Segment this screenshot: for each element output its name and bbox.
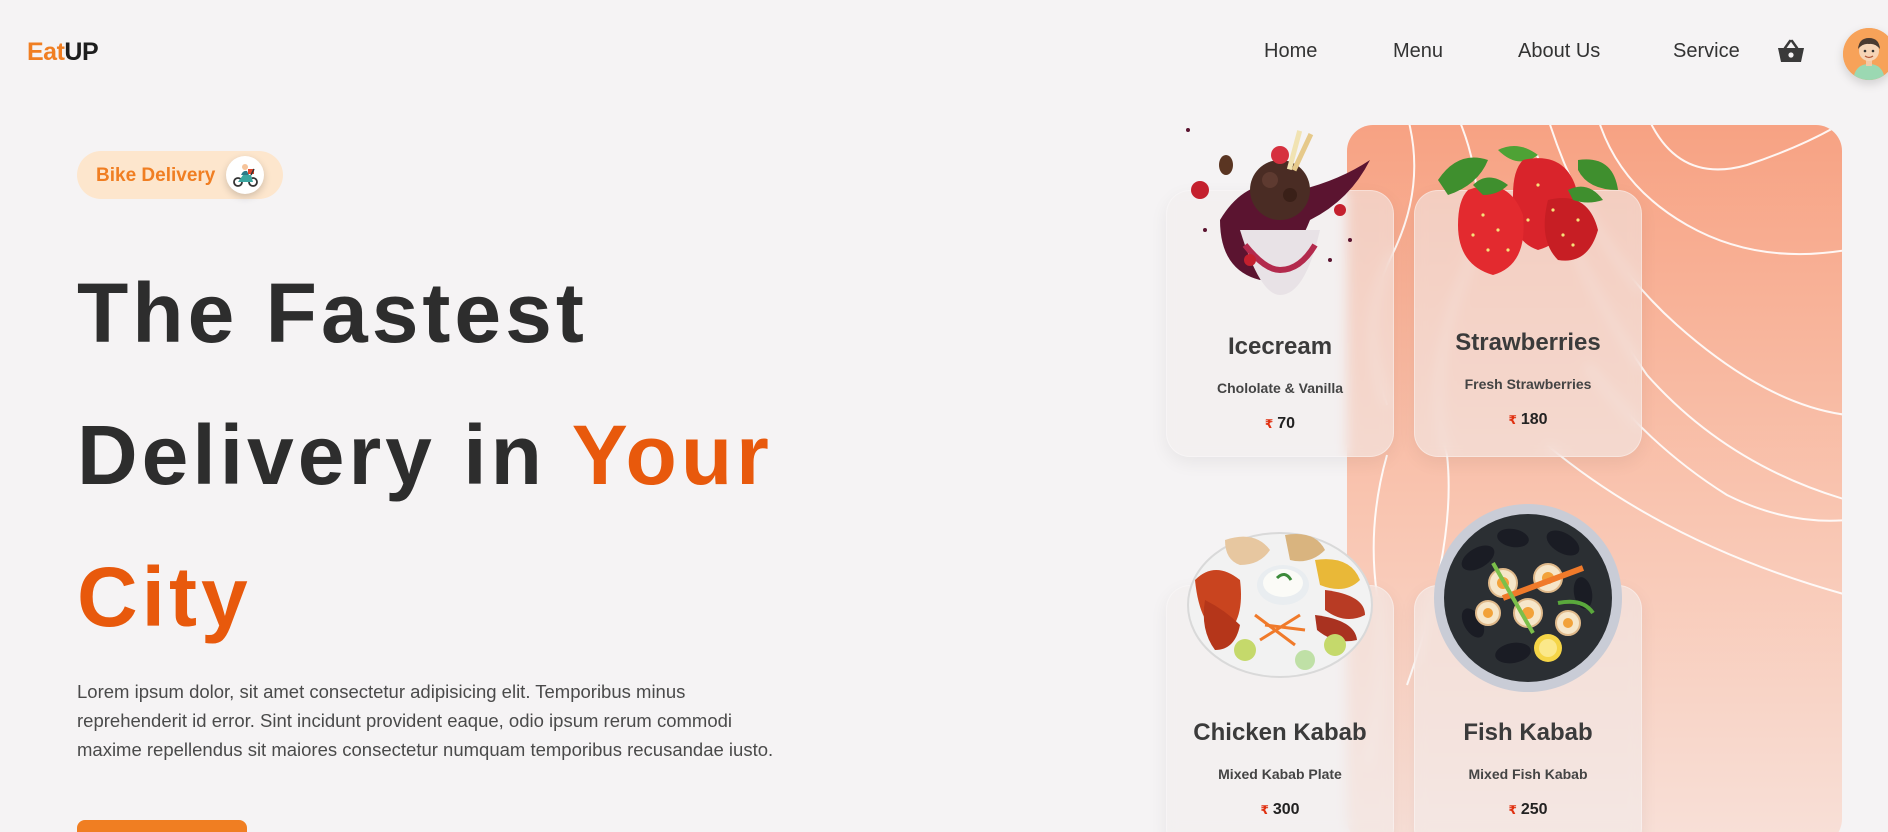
rupee-icon: ₹ (1508, 413, 1517, 427)
site-header: EatUP Home Menu About Us Service (0, 0, 1888, 104)
nav-service-link[interactable]: Service (1673, 40, 1740, 63)
headline-line-2: Delivery in Your (77, 384, 837, 526)
strawberries-image (1438, 146, 1618, 275)
menu-card-price-value: 300 (1272, 801, 1300, 818)
nav-home-link[interactable]: Home (1264, 40, 1317, 63)
menu-card-price-value: 180 (1520, 411, 1548, 428)
menu-card-price-value: 250 (1520, 801, 1548, 818)
rupee-icon: ₹ (1260, 803, 1269, 817)
menu-card-price: ₹300 (1167, 801, 1393, 819)
chicken-kabab-image (1187, 532, 1373, 678)
menu-card-name: Chicken Kabab (1193, 719, 1367, 746)
menu-card-price: ₹70 (1167, 415, 1393, 433)
menu-card-price: ₹180 (1415, 411, 1641, 429)
headline-line-1: The Fastest (77, 266, 588, 360)
icecream-image (1186, 128, 1370, 295)
user-avatar[interactable] (1843, 28, 1888, 80)
headline-line-2-accent: Your (571, 408, 773, 502)
headline-line-2-plain: Delivery in (77, 408, 546, 502)
basket-icon[interactable] (1777, 38, 1805, 64)
menu-card-desc: Mixed Kabab Plate (1218, 766, 1342, 782)
order-now-button[interactable] (77, 820, 247, 832)
menu-card-name: Fish Kabab (1463, 719, 1593, 746)
headline-line-3-accent: City (77, 550, 252, 644)
menu-card-desc: Fresh Strawberries (1464, 376, 1592, 392)
fish-kabab-image (1434, 504, 1622, 692)
brand-logo-part1: Eat (27, 38, 65, 66)
rupee-icon: ₹ (1264, 417, 1274, 431)
menu-card-price: ₹250 (1415, 801, 1641, 819)
nav-about-link[interactable]: About Us (1518, 40, 1600, 63)
hero-description: Lorem ipsum dolor, sit amet consectetur … (77, 681, 774, 760)
badge-label: Bike Delivery (96, 165, 216, 186)
rupee-icon: ₹ (1508, 803, 1517, 817)
menu-card-name: Strawberries (1455, 329, 1601, 356)
bike-delivery-badge: Bike Delivery (77, 151, 283, 199)
hero-headline: The Fastest Delivery in Your City (77, 242, 837, 668)
nav-menu-link[interactable]: Menu (1393, 40, 1443, 63)
scooter-icon (226, 156, 264, 194)
menu-card-desc: Chololate & Vanilla (1216, 380, 1344, 396)
brand-logo[interactable]: EatUP (27, 38, 99, 67)
menu-card-name: Icecream (1227, 333, 1333, 360)
brand-logo-part2: UP (64, 38, 99, 66)
menu-card-desc: Mixed Fish Kabab (1468, 766, 1588, 782)
menu-card-price-value: 70 (1277, 415, 1296, 432)
